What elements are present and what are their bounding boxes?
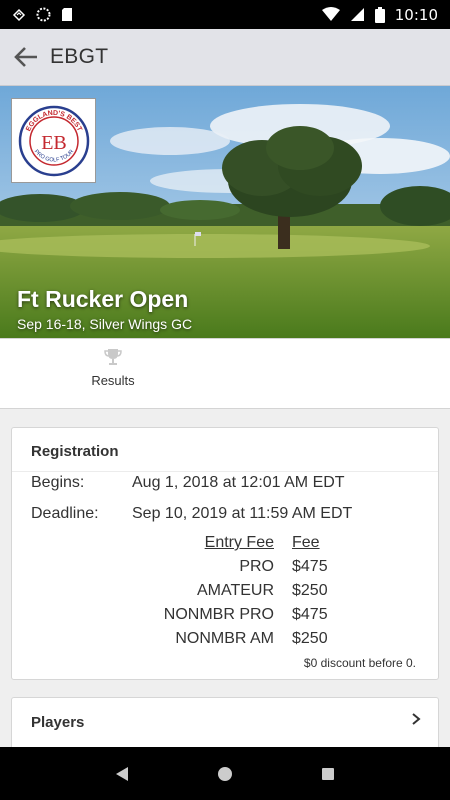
tour-logo: EB EGGLAND'S BEST PRO GOLF TOUR: [11, 98, 96, 183]
svg-text:EB: EB: [41, 132, 67, 154]
event-name: Ft Rucker Open: [17, 286, 189, 312]
arrow-left-icon: [14, 47, 37, 67]
results-button[interactable]: Results: [70, 347, 156, 403]
registration-card: Registration Begins: Aug 1, 2018 at 12:0…: [11, 427, 439, 680]
fee-name: AMATEUR: [196, 582, 274, 599]
wifi-icon: [321, 7, 340, 21]
registration-title: Registration: [12, 428, 438, 472]
nav-back-button[interactable]: [102, 754, 142, 794]
fee-name: PRO: [239, 558, 274, 575]
nav-home-button[interactable]: [205, 754, 245, 794]
begins-label: Begins:: [31, 474, 85, 491]
status-bar: 10:10: [0, 0, 450, 29]
recents-square-icon: [322, 767, 335, 780]
battery-icon: [374, 6, 385, 23]
chevron-right-icon[interactable]: [410, 712, 422, 726]
system-nav-bar: [0, 747, 450, 800]
fee-header-value: Fee: [292, 534, 320, 551]
back-button[interactable]: [2, 29, 50, 86]
fee-row: NONMBR AM $250: [12, 630, 440, 654]
notification-icon: [12, 8, 26, 21]
event-subtitle: Sep 16-18, Silver Wings GC: [17, 316, 193, 332]
players-title: Players: [31, 714, 85, 731]
sd-card-icon: [62, 8, 72, 21]
fee-value: $475: [292, 558, 328, 575]
fee-name: NONMBR AM: [175, 630, 274, 647]
sync-icon: [36, 7, 51, 22]
fee-value: $250: [292, 630, 328, 647]
fee-value: $250: [292, 582, 328, 599]
home-circle-icon: [217, 766, 232, 781]
begins-value: Aug 1, 2018 at 12:01 AM EDT: [132, 474, 345, 491]
deadline-value: Sep 10, 2019 at 11:59 AM EDT: [132, 505, 353, 522]
app-bar: EBGT: [0, 29, 450, 86]
trophy-icon: [104, 349, 122, 365]
nav-recents-button[interactable]: [308, 754, 348, 794]
actions-bar: Results: [0, 338, 450, 409]
fee-header-row: Entry Fee Fee: [12, 534, 440, 558]
fee-name: NONMBR PRO: [163, 606, 274, 623]
fee-row: NONMBR PRO $475: [12, 606, 440, 630]
deadline-label: Deadline:: [31, 505, 99, 522]
event-hero: EB EGGLAND'S BEST PRO GOLF TOUR Ft Rucke…: [0, 86, 450, 338]
app-title: EBGT: [50, 45, 109, 68]
discount-note: $0 discount before 0.: [303, 656, 416, 670]
fee-row: AMATEUR $250: [12, 582, 440, 606]
fee-row: PRO $475: [12, 558, 440, 582]
results-label: Results: [91, 373, 135, 388]
fee-header-name: Entry Fee: [204, 534, 274, 551]
status-time: 10:10: [394, 5, 438, 24]
eggland-logo: EB EGGLAND'S BEST PRO GOLF TOUR: [18, 105, 89, 176]
back-triangle-icon: [115, 766, 128, 781]
fee-value: $475: [292, 606, 328, 623]
signal-icon: [350, 8, 364, 21]
